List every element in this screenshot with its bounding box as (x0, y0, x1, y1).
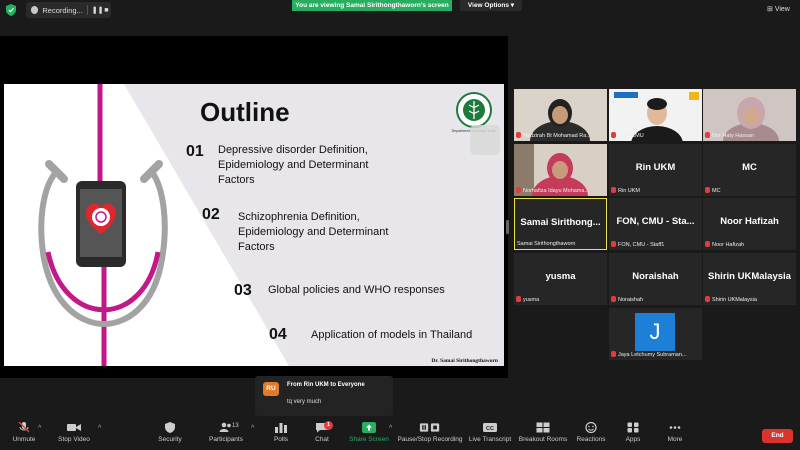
live-transcript-button[interactable]: CC Live Transcript (468, 418, 512, 450)
view-options-button[interactable]: View Options ▾ (460, 0, 522, 11)
slide-author: Dr. Samai Sirithongthaworn (431, 358, 498, 364)
stop-video-button[interactable]: Stop Video (52, 418, 96, 450)
polls-button[interactable]: Polls (268, 418, 294, 450)
participant-tile[interactable]: Nadzirah Bt Mohamad Ra... (514, 89, 607, 141)
grid-icon: ⊞ (767, 6, 775, 13)
more-dots-icon (669, 426, 681, 429)
apps-grid-icon (627, 422, 639, 433)
muted-mic-icon (611, 296, 616, 302)
participant-tile[interactable]: yusma yusma (514, 253, 607, 305)
participant-name: FON, CMU - Sta... (616, 216, 695, 227)
panel-resize-handle[interactable] (506, 220, 509, 234)
apps-button[interactable]: Apps (620, 418, 646, 450)
pause-stop-icon (419, 423, 440, 432)
muted-mic-icon (705, 296, 710, 302)
outline-item: Schizophrenia Definition, Epidemiology a… (238, 211, 389, 253)
participant-tile[interactable]: FON CMU (609, 89, 702, 141)
participant-tile[interactable]: Noor Hafizah Noor Hafizah (703, 198, 796, 250)
participant-tile[interactable]: FON, CMU - Sta... FON, CMU - Staff1 (609, 198, 702, 250)
shield-icon (165, 422, 175, 433)
pause-recording-icon[interactable]: ❚❚ (92, 6, 104, 14)
muted-microphone-icon (18, 422, 30, 433)
recording-label: Recording... (42, 5, 83, 15)
muted-mic-icon (516, 296, 521, 302)
participant-name: Noraishah (632, 271, 679, 282)
muted-mic-icon (705, 241, 710, 247)
muted-mic-icon (611, 187, 616, 193)
view-layout-button[interactable]: ⊞ View (767, 5, 790, 13)
poll-chart-icon (275, 423, 287, 433)
muted-mic-icon (611, 132, 616, 138)
item-number: 02 (202, 206, 220, 223)
active-speaker-tile[interactable]: Samai Sirithong... Samai Sirithongthawor… (514, 198, 607, 250)
participant-tile[interactable]: Norhafiza Idayu Mohama... (514, 144, 607, 196)
security-button[interactable]: Security (152, 418, 188, 450)
closed-caption-icon: CC (483, 423, 497, 432)
item-number: 03 (234, 282, 252, 299)
recording-dot-icon (31, 6, 39, 14)
breakout-rooms-icon (536, 422, 550, 433)
svg-text:CC: CC (486, 426, 494, 432)
stethoscope-phone-illustration (38, 84, 168, 366)
department-emblem-logo (456, 92, 492, 128)
breakout-rooms-button[interactable]: Breakout Rooms (516, 418, 570, 450)
participant-tile[interactable]: Nor Haty Hassan (703, 89, 796, 141)
share-options-caret[interactable]: ^ (389, 425, 392, 432)
chat-sender: From Rin UKM to Everyone (287, 382, 365, 388)
participant-name: Rin UKM (635, 162, 676, 173)
stop-recording-icon[interactable]: ■ (102, 7, 111, 14)
participant-tile[interactable]: Rin UKM Rin UKM (609, 144, 702, 196)
outline-item: Application of models in Thailand (311, 329, 473, 341)
item-number: 04 (269, 326, 287, 343)
participants-options-caret[interactable]: ^ (251, 425, 254, 432)
muted-mic-icon (611, 351, 616, 357)
audio-options-caret[interactable]: ^ (38, 425, 41, 432)
participant-name: Noor Hafizah (720, 216, 779, 227)
muted-mic-icon (516, 132, 521, 138)
muted-mic-icon (611, 241, 616, 247)
smiley-face-icon (585, 422, 597, 433)
participant-tile[interactable]: MC MC (703, 144, 796, 196)
muted-mic-icon (516, 187, 521, 193)
participant-name: Samai Sirithong... (520, 217, 601, 228)
share-screen-icon (362, 422, 376, 433)
presenter-thumbnail (470, 125, 500, 155)
end-meeting-button[interactable]: End (762, 429, 793, 443)
participants-button[interactable]: Participants (204, 418, 248, 450)
recording-indicator: Recording... ❚❚ ■ (26, 2, 111, 18)
outline-item: Global policies and WHO responses (268, 284, 445, 296)
participant-name: MC (742, 162, 757, 173)
viewing-screen-banner: You are viewing Samai Sirithongthaworn's… (292, 0, 452, 11)
outline-item: Depressive disorder Definition, Epidemio… (218, 144, 369, 186)
video-options-caret[interactable]: ^ (98, 425, 101, 432)
video-camera-icon (67, 424, 81, 431)
presentation-slide: Outline Department of Mental Health 01 D… (4, 84, 504, 366)
muted-mic-icon (705, 187, 710, 193)
participant-tile[interactable]: Noraishah Noraishah (609, 253, 702, 305)
participant-tile[interactable]: Shirin UKMalaysia Shirin UKMalaysia (703, 253, 796, 305)
participants-count: 13 (232, 423, 239, 429)
security-shield-icon[interactable] (6, 4, 16, 16)
participant-name: yusma (545, 271, 576, 282)
item-number: 01 (186, 143, 204, 160)
slide-title: Outline (200, 97, 290, 127)
chat-notification[interactable]: RU From Rin UKM to Everyone tq very much (255, 376, 393, 416)
more-button[interactable]: More (662, 418, 688, 450)
chat-message: tq very much (287, 399, 322, 405)
people-icon (219, 422, 231, 432)
sender-avatar: RU (263, 382, 279, 396)
share-screen-button[interactable]: Share Screen (346, 418, 392, 450)
pause-stop-recording-button[interactable]: Pause/Stop Recording (396, 418, 464, 450)
participant-tile[interactable]: J Jaya Letchumy Subraman... (609, 308, 702, 360)
participant-name: Shirin UKMalaysia (708, 271, 791, 282)
chat-unread-badge: 1 (324, 421, 333, 430)
participant-avatar: J (635, 313, 675, 351)
muted-mic-icon (705, 132, 710, 138)
reactions-button[interactable]: Reactions (574, 418, 608, 450)
unmute-button[interactable]: Unmute (4, 418, 44, 450)
